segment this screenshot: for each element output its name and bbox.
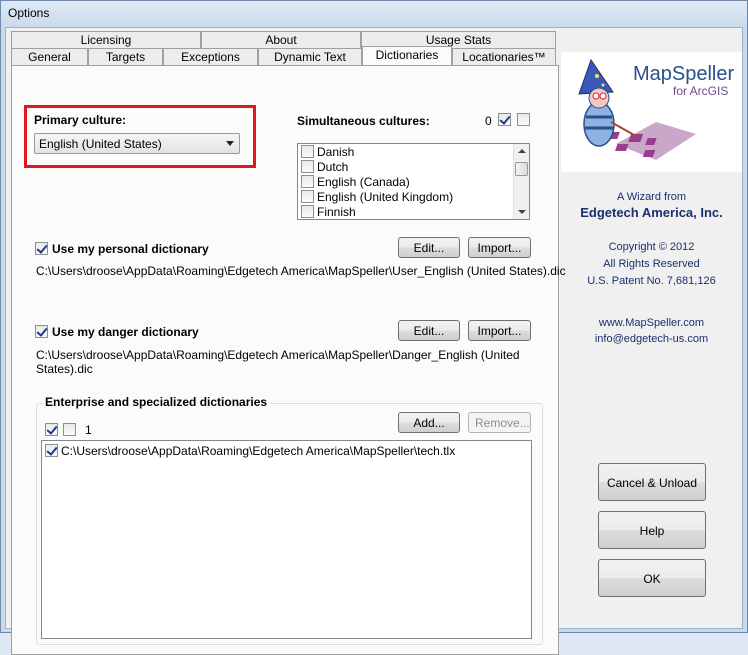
enterprise-title: Enterprise and specialized dictionaries [42,395,271,409]
list-item[interactable]: Dutch [301,160,348,175]
simultaneous-count: 0 [485,114,492,128]
danger-dictionary-checkbox[interactable] [35,325,48,338]
cancel-unload-label: Cancel & Unload [606,476,698,490]
culture-checkbox[interactable] [301,205,314,218]
logo-title-text: MapSpeller [633,63,735,85]
danger-edit-button[interactable]: Edit... [398,320,460,341]
danger-import-button[interactable]: Import... [468,320,531,341]
simultaneous-cultures-label: Simultaneous cultures: [297,114,430,128]
email-link[interactable]: info@edgetech-us.com [561,333,742,345]
culture-checkbox[interactable] [301,190,314,203]
culture-label: Dutch [317,160,349,174]
culture-checkbox[interactable] [301,175,314,188]
enterprise-item-path: C:\Users\droose\AppData\Roaming\Edgetech… [61,444,456,458]
ok-button[interactable]: OK [598,559,706,597]
select-none-cultures-checkbox[interactable] [517,113,530,126]
scroll-down-icon[interactable] [518,210,526,214]
simultaneous-cultures-list[interactable]: Danish Dutch English (Canada) English (U… [297,143,530,220]
personal-edit-button[interactable]: Edit... [398,237,460,258]
wizard-line: A Wizard from [616,191,687,203]
personal-dictionary-checkbox[interactable] [35,242,48,255]
window-title: Options [8,6,50,20]
list-item[interactable]: English (United Kingdom) [301,190,453,205]
logo-sub-text: for ArcGIS [673,84,728,98]
enterprise-count: 1 [85,423,92,437]
personal-dictionary-label: Use my personal dictionary [52,242,209,256]
tab-targets[interactable]: Targets [88,48,163,65]
chevron-down-icon [226,141,234,146]
danger-dictionary-path-cont: States).dic [36,362,93,376]
cultures-scrollbar[interactable] [513,144,529,219]
tab-about[interactable]: About [201,31,361,48]
enterprise-add-button[interactable]: Add... [398,412,460,433]
primary-culture-select[interactable]: English (United States) [34,133,240,154]
select-all-cultures-checkbox[interactable] [498,113,511,126]
culture-checkbox[interactable] [301,160,314,173]
copyright-text: Copyright © 2012 [608,241,695,253]
options-window: Options Licensing About Usage Stats Gene… [0,0,748,655]
help-button[interactable]: Help [598,511,706,549]
personal-dictionary-path: C:\Users\droose\AppData\Roaming\Edgetech… [36,264,566,278]
enterprise-dictionaries-list[interactable]: C:\Users\droose\AppData\Roaming\Edgetech… [41,440,532,639]
culture-label: Danish [317,145,355,159]
enterprise-remove-button[interactable]: Remove... [468,412,531,433]
danger-dictionary-path: C:\Users\droose\AppData\Roaming\Edgetech… [36,348,520,362]
tab-dictionaries[interactable]: Dictionaries [362,46,452,65]
client-area: Licensing About Usage Stats General Targ… [5,27,743,655]
culture-label: English (Canada) [317,175,410,189]
tab-locationaries[interactable]: Locationaries™ [452,48,556,65]
scroll-thumb[interactable] [515,162,528,176]
list-item[interactable]: Finnish [301,205,356,219]
dictionaries-panel: Primary culture: English (United States)… [11,65,566,655]
rights-text: All Rights Reserved [603,258,700,270]
enterprise-select-all-checkbox[interactable] [45,423,58,436]
culture-label: Finnish [317,205,356,219]
tab-dynamic-text[interactable]: Dynamic Text [258,48,362,65]
personal-import-button[interactable]: Import... [468,237,531,258]
list-item[interactable]: English (Canada) [301,175,410,190]
help-label: Help [639,524,665,538]
enterprise-item-checkbox[interactable] [45,444,58,457]
company-name: Edgetech America, Inc. [580,205,723,220]
tab-general[interactable]: General [11,48,88,65]
primary-culture-value: English (United States) [39,137,162,151]
logo-graphic: MapSpeller for ArcGIS [561,52,742,172]
patent-text: U.S. Patent No. 7,681,126 [587,275,716,287]
danger-dictionary-label: Use my danger dictionary [52,325,199,339]
tab-exceptions[interactable]: Exceptions [163,48,258,65]
ok-label: OK [643,572,661,586]
mapspeller-logo: MapSpeller for ArcGIS [561,52,742,172]
culture-label: English (United Kingdom) [317,190,454,204]
cancel-unload-button[interactable]: Cancel & Unload [598,463,706,501]
list-item[interactable]: Danish [301,145,354,160]
tab-licensing[interactable]: Licensing [11,31,201,48]
website-link[interactable]: www.MapSpeller.com [561,317,742,329]
scroll-up-icon[interactable] [518,149,526,153]
primary-culture-label: Primary culture: [34,113,127,127]
enterprise-select-none-checkbox[interactable] [63,423,76,436]
culture-checkbox[interactable] [301,145,314,158]
